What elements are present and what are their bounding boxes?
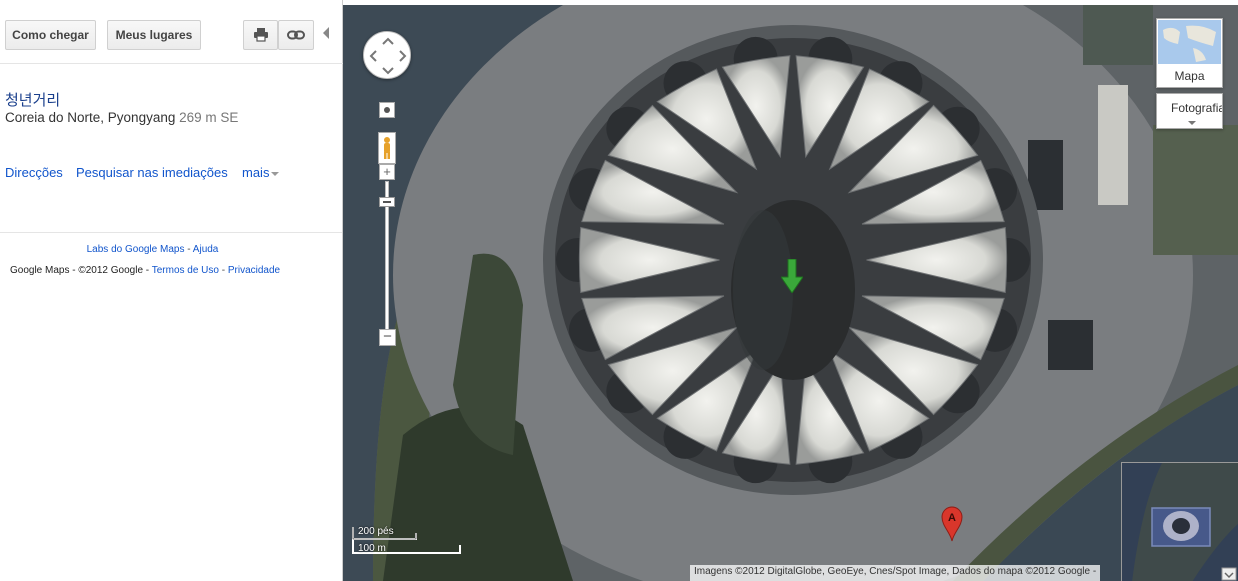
scale-feet: 200 pés <box>358 526 394 537</box>
directions-link[interactable]: Direcções <box>5 165 63 180</box>
collapse-panel-icon[interactable] <box>323 27 329 39</box>
pan-arrows-icon <box>369 37 407 75</box>
pegman-icon <box>384 137 390 159</box>
side-panel: Como chegar Meus lugares 청년거리 Coreia do … <box>0 0 343 581</box>
zoom-out-button[interactable]: − <box>379 329 396 346</box>
help-link[interactable]: Ajuda <box>193 244 219 255</box>
chevron-down-icon <box>1188 121 1196 125</box>
chevron-down-icon <box>271 171 280 176</box>
map-type-satellite-button[interactable]: Fotografia <box>1156 93 1223 129</box>
link-icon <box>287 30 305 40</box>
footer-separator: - <box>218 265 228 276</box>
get-directions-button[interactable]: Como chegar <box>5 20 96 50</box>
more-label: mais <box>242 165 270 180</box>
satellite-imagery <box>343 5 1238 581</box>
link-button[interactable] <box>278 20 314 50</box>
my-places-button[interactable]: Meus lugares <box>107 20 201 50</box>
zoom-slider-handle[interactable] <box>379 197 395 207</box>
privacy-link[interactable]: Privacidade <box>228 265 280 276</box>
street-view-pegman[interactable] <box>378 132 396 164</box>
more-link[interactable]: mais <box>242 165 280 180</box>
marker-label: A <box>948 512 956 524</box>
zoom-in-button[interactable]: + <box>379 164 395 180</box>
footer-copyright: Google Maps - ©2012 Google - Termos de U… <box>10 265 280 276</box>
map-canvas[interactable]: + − Mapa Fotografia A 200 pés 100 m Imag… <box>343 5 1238 581</box>
place-location: Coreia do Norte, Pyongyang <box>5 110 176 125</box>
map-type-map-button[interactable]: Mapa <box>1156 18 1223 88</box>
reset-view-button[interactable] <box>379 102 395 118</box>
place-distance: 269 m SE <box>179 110 239 125</box>
scale-bar: 200 pés 100 m <box>350 525 462 555</box>
scale-meters: 100 m <box>358 543 386 554</box>
place-subtitle: Coreia do Norte, Pyongyang 269 m SE <box>5 110 238 125</box>
search-nearby-link[interactable]: Pesquisar nas imediações <box>76 165 228 180</box>
labs-link[interactable]: Labs do Google Maps <box>87 244 185 255</box>
marker-a-icon[interactable]: A <box>941 506 963 542</box>
place-title: 청년거리 <box>5 91 61 109</box>
map-attribution: Imagens ©2012 DigitalGlobe, GeoEye, Cnes… <box>690 565 1101 581</box>
terms-link[interactable]: Termos de Uso <box>152 265 219 276</box>
printer-icon <box>253 28 268 42</box>
footer-links: Labs do Google Maps - Ajuda <box>0 244 305 255</box>
copyright-text: Google Maps - ©2012 Google - <box>10 265 152 276</box>
divider <box>0 232 342 233</box>
map-type-map-label: Mapa <box>1174 69 1205 83</box>
panel-toolbar: Como chegar Meus lugares <box>0 0 343 64</box>
print-button[interactable] <box>243 20 278 50</box>
map-type-satellite-label: Fotografia <box>1171 101 1223 115</box>
map-thumbnail <box>1158 20 1221 64</box>
location-arrow-icon[interactable] <box>781 259 803 293</box>
pan-control[interactable] <box>363 31 411 79</box>
overview-map[interactable] <box>1121 462 1238 581</box>
footer-separator: - <box>184 244 193 255</box>
